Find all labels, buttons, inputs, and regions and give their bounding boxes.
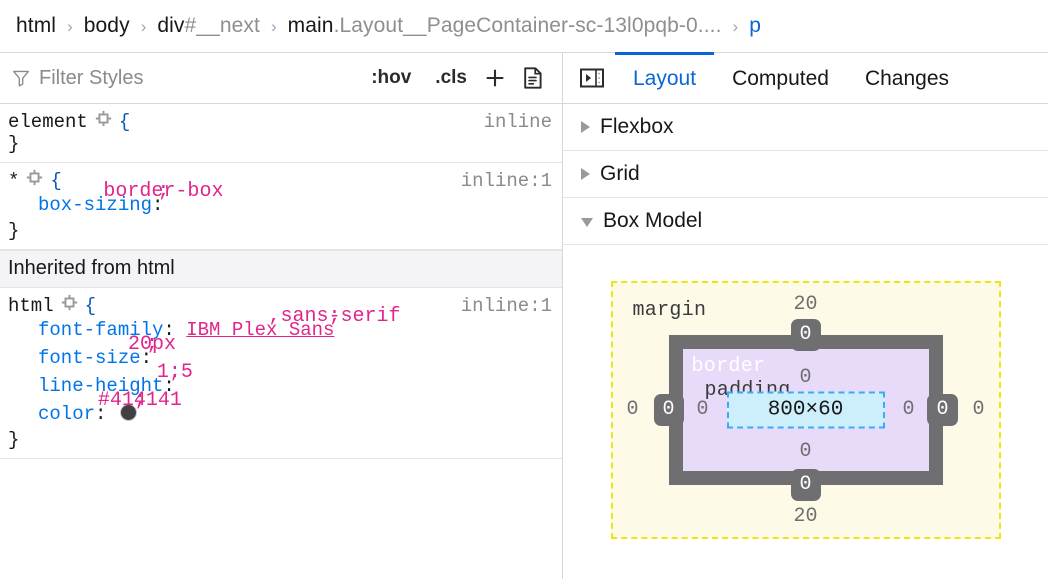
- css-rule-html[interactable]: html { inline:1 font-family: IBM Plex Sa…: [0, 288, 562, 459]
- rule-open-brace: {: [119, 111, 130, 133]
- declaration-color[interactable]: color: #414141;: [8, 401, 552, 429]
- section-label: Grid: [600, 162, 640, 186]
- add-rule-button[interactable]: [480, 63, 510, 93]
- chevron-right-icon: ›: [733, 17, 739, 37]
- declaration-font-family[interactable]: font-family: IBM Plex Sans,sans-serif;: [8, 317, 552, 345]
- section-box-model[interactable]: Box Model: [563, 198, 1048, 245]
- expand-pane-icon: [579, 67, 605, 89]
- section-flexbox[interactable]: Flexbox: [563, 104, 1048, 151]
- layout-pane: Layout Computed Changes Flexbox Grid Box…: [563, 53, 1048, 579]
- chevron-right-icon: [581, 168, 590, 180]
- breadcrumb-tag: html: [16, 14, 56, 37]
- pseudo-class-toggle-button[interactable]: :hov: [366, 65, 416, 91]
- box-model-margin-label: margin: [633, 299, 707, 322]
- padding-right-value[interactable]: 0: [902, 400, 914, 420]
- box-model-margin-region[interactable]: margin 20 20 0 0 border padding 800×60 0…: [611, 281, 1001, 539]
- semicolon: ;: [157, 182, 169, 202]
- css-rules-list: element { inline } *: [0, 104, 562, 579]
- rule-header: element { inline: [8, 110, 552, 133]
- semicolon: ;: [328, 307, 340, 327]
- tab-layout[interactable]: Layout: [615, 52, 714, 102]
- chevron-right-icon: ›: [141, 17, 147, 37]
- rule-source[interactable]: inline:1: [461, 170, 552, 192]
- content-size-value: 800×60: [768, 399, 844, 422]
- margin-top-value[interactable]: 20: [793, 295, 817, 315]
- declaration-property[interactable]: color: [38, 403, 95, 425]
- section-label: Flexbox: [600, 115, 674, 139]
- rule-close-brace: }: [8, 220, 552, 242]
- border-left-value[interactable]: 0: [653, 394, 683, 426]
- breadcrumb-tag: div: [157, 14, 184, 37]
- rule-source[interactable]: inline:1: [461, 295, 552, 317]
- rule-open-brace: {: [50, 170, 61, 192]
- rule-selector[interactable]: *: [8, 170, 19, 192]
- document-icon: [522, 66, 544, 90]
- semicolon: ;: [134, 391, 146, 411]
- breadcrumb-item-div[interactable]: div#__next: [155, 13, 262, 39]
- breadcrumb-item-main[interactable]: main.Layout__PageContainer-sc-13l0pqb-0.…: [286, 13, 724, 39]
- chevron-right-icon: ›: [67, 17, 73, 37]
- declaration-line-height[interactable]: line-height: 1.5;: [8, 373, 552, 401]
- chevron-right-icon: ›: [271, 17, 277, 37]
- section-grid[interactable]: Grid: [563, 151, 1048, 198]
- breadcrumb-id: #__next: [185, 14, 260, 37]
- breadcrumb-tag: main: [288, 14, 334, 37]
- chevron-right-icon: [581, 121, 590, 133]
- rule-close-brace: }: [8, 429, 552, 451]
- padding-left-value[interactable]: 0: [696, 400, 708, 420]
- border-right-value[interactable]: 0: [927, 394, 957, 426]
- tab-changes[interactable]: Changes: [847, 52, 967, 102]
- margin-right-value[interactable]: 0: [972, 400, 984, 420]
- rule-close-brace: }: [8, 133, 552, 155]
- box-model-diagram: margin 20 20 0 0 border padding 800×60 0…: [563, 245, 1048, 579]
- filter-placeholder: Filter Styles: [39, 67, 143, 90]
- target-crosshair-icon[interactable]: [61, 294, 78, 311]
- styles-pane: Filter Styles :hov .cls: [0, 53, 563, 579]
- box-model-content-region[interactable]: 800×60: [727, 392, 885, 429]
- filter-styles-input[interactable]: Filter Styles: [12, 67, 358, 90]
- expand-pane-button[interactable]: [571, 53, 615, 103]
- declaration-font-size[interactable]: font-size: 20px;: [8, 345, 552, 373]
- section-label: Box Model: [603, 209, 702, 233]
- tab-computed[interactable]: Computed: [714, 52, 847, 102]
- devtools-inspector: html › body › div#__next › main.Layout__…: [0, 0, 1048, 579]
- rule-open-brace: {: [85, 295, 96, 317]
- inherited-from-heading: Inherited from html: [0, 250, 562, 288]
- css-rule-element[interactable]: element { inline }: [0, 104, 562, 163]
- breadcrumb-class: .Layout__PageContainer-sc-13l0pqb-0....: [334, 14, 722, 37]
- margin-bottom-value[interactable]: 20: [793, 507, 817, 527]
- css-rule-universal[interactable]: * { inline:1 box-sizing: border-box; }: [0, 163, 562, 250]
- panes: Filter Styles :hov .cls: [0, 53, 1048, 579]
- border-bottom-value[interactable]: 0: [790, 469, 820, 501]
- breadcrumb-item-html[interactable]: html: [14, 13, 58, 39]
- breadcrumb-item-p[interactable]: p: [747, 13, 763, 39]
- class-toggle-button[interactable]: .cls: [430, 65, 472, 91]
- chevron-down-icon: [581, 218, 593, 227]
- box-model-border-label: border: [692, 355, 766, 378]
- plus-icon: [483, 66, 507, 90]
- padding-bottom-value[interactable]: 0: [799, 442, 811, 462]
- breadcrumb-tag: p: [749, 14, 761, 37]
- declaration-property[interactable]: font-size: [38, 347, 141, 369]
- declaration-box-sizing[interactable]: box-sizing: border-box;: [8, 192, 552, 220]
- target-crosshair-icon[interactable]: [95, 110, 112, 127]
- breadcrumb-tag: body: [84, 14, 130, 37]
- rule-header: * { inline:1: [8, 169, 552, 192]
- styles-toolbar: Filter Styles :hov .cls: [0, 53, 562, 104]
- rule-selector[interactable]: html: [8, 295, 54, 317]
- rule-source[interactable]: inline: [484, 111, 552, 133]
- breadcrumb-item-body[interactable]: body: [82, 13, 132, 39]
- breadcrumb: html › body › div#__next › main.Layout__…: [0, 0, 1048, 53]
- semicolon: ;: [146, 335, 158, 355]
- target-crosshair-icon[interactable]: [26, 169, 43, 186]
- padding-top-value[interactable]: 0: [799, 368, 811, 388]
- print-styles-button[interactable]: [518, 63, 548, 93]
- margin-left-value[interactable]: 0: [626, 400, 638, 420]
- sidebar-tabs: Layout Computed Changes: [563, 53, 1048, 104]
- funnel-icon: [12, 69, 30, 87]
- semicolon: ;: [169, 363, 181, 383]
- rule-selector[interactable]: element: [8, 111, 88, 133]
- border-top-value[interactable]: 0: [790, 319, 820, 351]
